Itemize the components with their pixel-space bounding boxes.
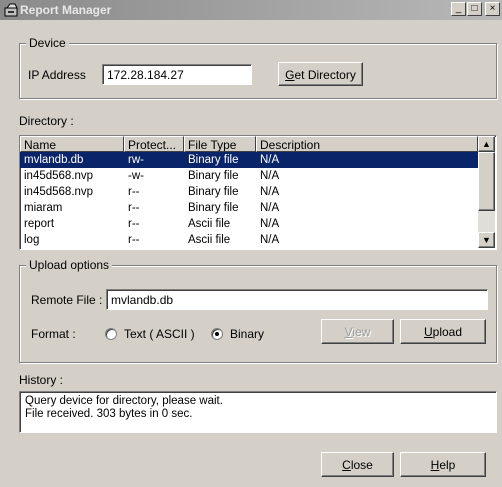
table-cell: rw- bbox=[128, 154, 144, 166]
remote-file-label: Remote File : bbox=[31, 293, 103, 307]
history-line: File received. 303 bytes in 0 sec. bbox=[25, 408, 193, 420]
maximize-button[interactable]: □ bbox=[467, 2, 482, 16]
scroll-down-button[interactable]: ▼ bbox=[478, 232, 495, 248]
table-cell: in45d568.nvp bbox=[24, 170, 94, 182]
close-icon: × bbox=[489, 3, 496, 14]
upload-options-group bbox=[19, 265, 497, 363]
table-cell: mvlandb.db bbox=[24, 154, 84, 166]
get-directory-label: Get Directory bbox=[285, 68, 356, 82]
history-line: Query device for directory, please wait. bbox=[25, 395, 223, 407]
table-row[interactable]: report r-- Ascii file N/A bbox=[20, 216, 478, 232]
minimize-icon: _ bbox=[455, 3, 462, 14]
table-cell: r-- bbox=[128, 218, 140, 230]
close-window-button[interactable]: × bbox=[485, 2, 500, 16]
directory-scrollbar[interactable]: ▲ ▼ bbox=[478, 136, 495, 248]
directory-rows: mvlandb.db rw- Binary file N/A in45d568.nvp -… bbox=[20, 152, 478, 248]
table-cell: r-- bbox=[128, 202, 140, 214]
table-cell: miaram bbox=[24, 202, 63, 214]
table-cell: Binary file bbox=[188, 186, 239, 198]
format-option-binary-label: Binary bbox=[230, 327, 265, 341]
maximize-icon: □ bbox=[471, 3, 478, 14]
table-cell: log bbox=[24, 234, 40, 246]
table-row[interactable]: in45d568.nvp -w- Binary file N/A bbox=[20, 168, 478, 184]
directory-label: Directory : bbox=[19, 114, 74, 128]
format-option-binary[interactable]: Binary bbox=[211, 327, 281, 341]
table-cell: -w- bbox=[128, 170, 144, 182]
table-cell: N/A bbox=[260, 234, 280, 246]
table-row[interactable]: mvlandb.db rw- Binary file N/A bbox=[20, 152, 478, 168]
column-header-description[interactable]: Description bbox=[256, 136, 478, 152]
table-row[interactable]: miaram r-- Binary file N/A bbox=[20, 200, 478, 216]
help-button[interactable]: Help bbox=[400, 452, 486, 477]
window-title: Report Manager bbox=[20, 3, 112, 17]
scroll-down-arrow-icon: ▼ bbox=[482, 235, 491, 245]
scroll-thumb[interactable] bbox=[478, 152, 495, 211]
history-label: History : bbox=[19, 373, 64, 387]
radio-binary[interactable] bbox=[211, 328, 223, 340]
scroll-up-arrow-icon: ▲ bbox=[482, 139, 491, 149]
table-row[interactable]: in45d568.nvp r-- Binary file N/A bbox=[20, 184, 478, 200]
device-group bbox=[19, 43, 497, 99]
table-cell: Ascii file bbox=[188, 218, 231, 230]
radio-text[interactable] bbox=[105, 328, 117, 340]
ip-address-label: IP Address bbox=[28, 68, 86, 82]
close-button-label: Close bbox=[342, 458, 373, 472]
ip-address-value: 172.28.184.27 bbox=[107, 68, 184, 82]
get-directory-button[interactable]: Get Directory bbox=[278, 62, 363, 86]
upload-button[interactable]: Upload bbox=[400, 319, 486, 344]
help-button-label: Help bbox=[430, 458, 456, 472]
format-option-text[interactable]: Text ( ASCII ) bbox=[105, 327, 215, 341]
title-bar[interactable]: Report Manager _ □ × bbox=[0, 0, 502, 20]
table-row[interactable]: log r-- Ascii file N/A bbox=[20, 232, 478, 248]
table-cell: N/A bbox=[260, 202, 280, 214]
format-label: Format : bbox=[31, 327, 76, 341]
device-group-legend: Device bbox=[26, 36, 69, 50]
table-cell: N/A bbox=[260, 218, 280, 230]
remote-file-field[interactable]: mvlandb.db bbox=[106, 289, 488, 310]
column-header-file-type[interactable]: File Type bbox=[184, 136, 256, 152]
table-cell: Ascii file bbox=[188, 234, 231, 246]
report-manager-app-icon bbox=[4, 3, 18, 17]
view-button[interactable]: View bbox=[321, 319, 394, 344]
scroll-up-button[interactable]: ▲ bbox=[478, 136, 495, 152]
history-box[interactable]: Query device for directory, please wait.… bbox=[19, 391, 497, 433]
close-button[interactable]: Close bbox=[321, 452, 394, 477]
column-header-protection[interactable]: Protect... bbox=[124, 136, 184, 152]
remote-file-value: mvlandb.db bbox=[111, 293, 174, 307]
format-option-text-label: Text ( ASCII ) bbox=[124, 327, 195, 341]
table-cell: r-- bbox=[128, 234, 140, 246]
directory-list-header: Name Protect... File Type Description bbox=[20, 136, 478, 152]
upload-options-legend: Upload options bbox=[26, 258, 113, 272]
table-cell: report bbox=[24, 218, 55, 230]
upload-button-label: Upload bbox=[423, 325, 463, 339]
table-cell: Binary file bbox=[188, 202, 239, 214]
table-cell: N/A bbox=[260, 170, 280, 182]
column-header-name[interactable]: Name bbox=[20, 136, 124, 152]
radio-selected-dot-icon bbox=[215, 332, 219, 336]
table-cell: Binary file bbox=[188, 154, 239, 166]
minimize-button[interactable]: _ bbox=[451, 2, 466, 16]
ip-address-field[interactable]: 172.28.184.27 bbox=[102, 64, 252, 85]
table-cell: Binary file bbox=[188, 170, 239, 182]
table-cell: in45d568.nvp bbox=[24, 186, 94, 198]
view-button-label: View bbox=[344, 325, 371, 339]
table-cell: r-- bbox=[128, 186, 140, 198]
table-cell: N/A bbox=[260, 154, 280, 166]
history-text: Query device for directory, please wait.… bbox=[25, 395, 223, 421]
table-cell: N/A bbox=[260, 186, 280, 198]
directory-list[interactable]: Name Protect... File Type Description mv… bbox=[19, 135, 497, 250]
